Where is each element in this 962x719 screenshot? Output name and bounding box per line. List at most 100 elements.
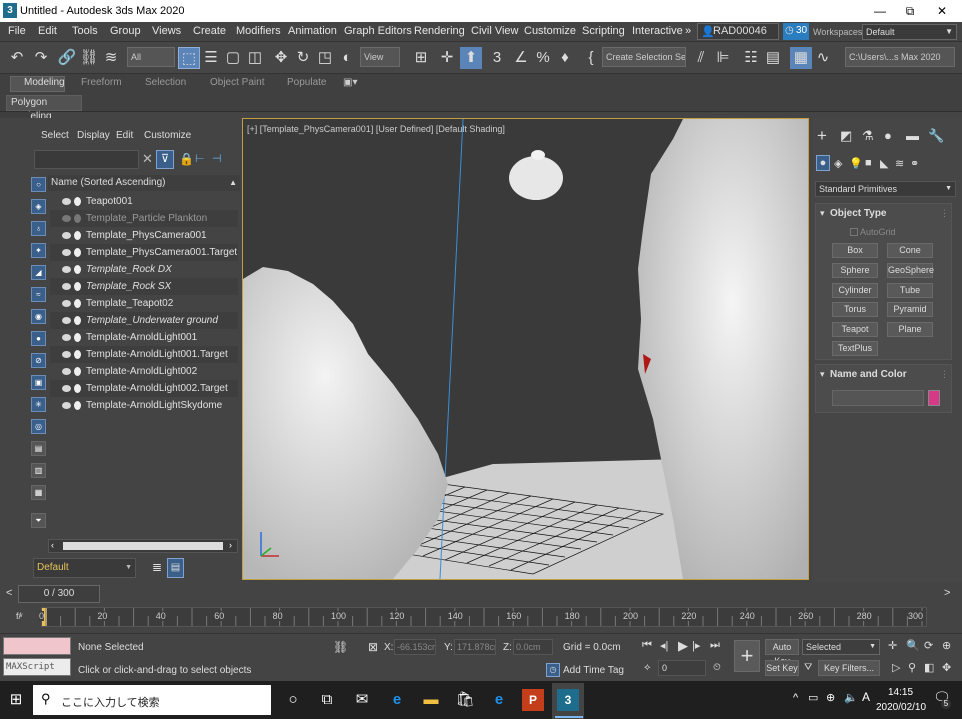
scroll-left-icon[interactable]: ‹ [51, 540, 54, 550]
globe-icon[interactable]: ⊕ [826, 691, 835, 704]
display-lights-icon[interactable]: ✦ [31, 243, 46, 258]
clear-search-icon[interactable]: ✕ [142, 151, 153, 167]
list-item[interactable]: Template-ArnoldLight002 [50, 363, 238, 380]
eye-icon[interactable] [62, 215, 71, 222]
list-item[interactable]: Template_Rock DX [50, 261, 238, 278]
tab-populate[interactable]: Populate [287, 77, 326, 88]
angle-snap-icon[interactable]: ∠ [510, 47, 532, 69]
tab-selection[interactable]: Selection [145, 77, 186, 88]
display-shapes-icon[interactable]: ♁ [31, 221, 46, 236]
menu-scripting[interactable]: Scripting [582, 25, 625, 37]
spacewarps-icon[interactable]: ≋ [895, 157, 904, 170]
keyboard-shortcut-icon[interactable]: ⬆ [460, 47, 482, 69]
tube-button[interactable]: Tube [887, 283, 933, 298]
edit-named-selections-icon[interactable]: { [580, 47, 602, 69]
display-invert-icon[interactable]: ▦ [31, 485, 46, 500]
track-bar[interactable]: 0 20 40 60 80 100 120 140 160 180 200 220 240 260 280 3… [39, 607, 927, 627]
move-icon[interactable]: ✥ [270, 47, 292, 69]
z-coord-field[interactable]: 0.0cm [513, 639, 553, 655]
set-key-big-button[interactable]: + [734, 640, 760, 672]
list-item[interactable]: Template-ArnoldLightSkydome [50, 397, 238, 414]
zoom-extents-icon[interactable]: ✛ [888, 639, 897, 652]
menu-rendering[interactable]: Rendering [414, 25, 465, 37]
mirror-icon[interactable]: ⫽ [690, 47, 712, 69]
zoom-icon[interactable]: 🔍 [906, 639, 920, 652]
list-item[interactable]: Teapot001 [50, 193, 238, 210]
se-menu-customize[interactable]: Customize [144, 130, 191, 141]
task-view-icon[interactable]: ⧉ [316, 689, 338, 711]
percent-snap-icon[interactable]: % [532, 47, 554, 69]
ie-icon[interactable]: e [488, 689, 510, 711]
window-crossing-icon[interactable]: ◫ [244, 47, 266, 69]
walk-through-icon[interactable]: ⚲ [908, 661, 916, 674]
link-icon[interactable]: 🔗 [56, 47, 78, 69]
layer-explorer-icon[interactable]: ▤ [762, 47, 784, 69]
3dsmax-taskbar-icon[interactable]: 3 [557, 689, 579, 711]
layer-dropdown[interactable]: Default ▼ [33, 558, 136, 578]
ribbon-options-icon[interactable]: ▣▾ [343, 77, 357, 88]
menu-civil-view[interactable]: Civil View [471, 25, 518, 37]
eye-icon[interactable] [62, 368, 71, 375]
rollout-arrow-icon[interactable]: ▾ [820, 369, 825, 380]
eye-icon[interactable] [62, 198, 71, 205]
display-spacewarps-icon[interactable]: ◉ [31, 309, 46, 324]
time-tag-icon[interactable]: ◷ [546, 663, 560, 677]
list-item[interactable]: Template-ArnoldLight002.Target [50, 380, 238, 397]
utilities-tab-icon[interactable]: 🔧 [928, 128, 944, 144]
select-by-name-icon[interactable]: ☰ [200, 47, 222, 69]
add-time-tag[interactable]: Add Time Tag [563, 665, 624, 676]
x-coord-field[interactable]: -66.153cm [394, 639, 436, 655]
eye-icon[interactable] [62, 232, 71, 239]
display-xrefs-icon[interactable]: ⊘ [31, 353, 46, 368]
place-icon[interactable]: ◐ [336, 47, 358, 69]
file-explorer-icon[interactable]: ▬ [420, 689, 442, 711]
time-config-icon[interactable]: ⏲ [713, 662, 721, 673]
se-hscrollbar[interactable]: ‹ › [48, 539, 238, 553]
auto-key-button[interactable]: Auto Key [765, 639, 799, 666]
key-mode-icon[interactable]: ⟡ [644, 662, 651, 673]
undo-icon[interactable]: ↶ [6, 47, 28, 69]
menu-more[interactable]: » [685, 25, 691, 37]
maximize-button[interactable]: ⧉ [895, 0, 925, 22]
cylinder-button[interactable]: Cylinder [832, 283, 878, 298]
volume-icon[interactable]: 🔈 [844, 691, 858, 704]
redo-icon[interactable]: ↷ [30, 47, 52, 69]
pan-icon[interactable]: ▷ [892, 661, 900, 674]
se-search-input[interactable] [34, 150, 139, 169]
menu-group[interactable]: Group [110, 25, 141, 37]
list-item[interactable]: Template-ArnoldLight001.Target [50, 346, 238, 363]
create-tab-icon[interactable]: + [817, 126, 827, 146]
helpers-icon[interactable]: ◣ [880, 157, 888, 170]
sort-by-hierarchy-icon[interactable]: ▤ [167, 558, 184, 578]
display-tab-icon[interactable]: ▬ [906, 128, 919, 143]
project-folder-path[interactable]: C:\Users\...s Max 2020 [845, 47, 955, 67]
display-groups-icon[interactable]: ● [31, 331, 46, 346]
modify-tab-icon[interactable]: ◩ [840, 128, 852, 144]
scroll-right-icon[interactable]: › [229, 540, 232, 550]
create-selection-set-dropdown[interactable]: Create Selection Se [602, 47, 686, 67]
eye-icon[interactable] [62, 317, 71, 324]
cortana-icon[interactable]: ○ [282, 689, 304, 711]
name-color-title[interactable]: Name and Color [830, 369, 907, 380]
eye-icon[interactable] [62, 283, 71, 290]
menu-customize[interactable]: Customize [524, 25, 576, 37]
menu-interactive[interactable]: Interactive [632, 25, 683, 37]
key-filters-button[interactable]: Key Filters... [818, 660, 880, 676]
tab-freeform[interactable]: Freeform [81, 77, 122, 88]
object-type-title[interactable]: Object Type [830, 208, 887, 219]
set-key-button[interactable]: Set Key [765, 660, 799, 676]
se-menu-select[interactable]: Select [41, 130, 69, 141]
hierarchy-tab-icon[interactable]: ⚗ [862, 128, 874, 144]
edge-icon[interactable]: e [386, 689, 408, 711]
category-dropdown[interactable]: Standard Primitives ▼ [815, 181, 956, 197]
select-object-icon[interactable]: ⬚ [178, 47, 200, 69]
sphere-button[interactable]: Sphere [832, 263, 878, 278]
sync-icon[interactable]: ⊣ [212, 152, 222, 165]
store-icon[interactable]: 🛍 [454, 689, 476, 711]
motion-tab-icon[interactable]: ● [884, 128, 892, 143]
object-name-input[interactable] [832, 390, 924, 406]
cone-button[interactable]: Cone [887, 243, 933, 258]
select-manipulate-icon[interactable]: ✛ [436, 47, 458, 69]
autogrid-checkbox[interactable] [850, 228, 858, 236]
teapot-button[interactable]: Teapot [832, 322, 878, 337]
